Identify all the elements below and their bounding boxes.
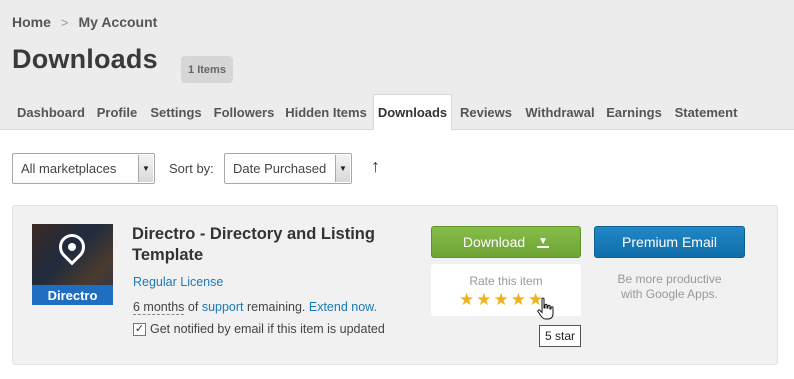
tab-statement[interactable]: Statement bbox=[670, 94, 742, 130]
sort-select[interactable]: Date Purchased ▼ bbox=[224, 153, 352, 184]
thumbnail-label: Directro bbox=[32, 285, 113, 305]
breadcrumb-current[interactable]: My Account bbox=[79, 14, 158, 30]
tab-profile[interactable]: Profile bbox=[92, 94, 142, 130]
premium-note: Be more productive with Google Apps. bbox=[617, 272, 722, 301]
license-link[interactable]: Regular License bbox=[133, 275, 223, 289]
rate-label: Rate this item bbox=[469, 274, 543, 288]
extend-support-link[interactable]: Extend now. bbox=[309, 300, 377, 314]
breadcrumb-home-link[interactable]: Home bbox=[12, 14, 51, 30]
premium-email-button[interactable]: Premium Email bbox=[594, 226, 745, 258]
chevron-down-icon: ▼ bbox=[138, 155, 153, 182]
notify-checkbox[interactable]: ✓ bbox=[133, 322, 146, 336]
item-thumbnail[interactable]: Directro bbox=[32, 224, 113, 305]
hand-cursor-icon bbox=[537, 297, 554, 320]
download-button-label: Download bbox=[462, 234, 526, 250]
tab-downloads[interactable]: Downloads bbox=[373, 94, 452, 130]
support-status: 6 months of support remaining. Extend no… bbox=[133, 300, 377, 315]
account-tabs: Dashboard Profile Settings Followers Hid… bbox=[0, 94, 794, 130]
tab-hidden-items[interactable]: Hidden Items bbox=[282, 94, 370, 130]
tab-settings[interactable]: Settings bbox=[146, 94, 206, 130]
star-icon[interactable]: ★ bbox=[494, 291, 509, 308]
marketplace-select-value: All marketplaces bbox=[21, 161, 117, 176]
star-icon[interactable]: ★ bbox=[459, 291, 474, 308]
tab-reviews[interactable]: Reviews bbox=[456, 94, 516, 130]
marketplace-select[interactable]: All marketplaces ▼ bbox=[12, 153, 155, 184]
rate-item-box: Rate this item ★ ★ ★ ★ ★ bbox=[431, 264, 581, 316]
star-rating[interactable]: ★ ★ ★ ★ ★ bbox=[459, 291, 545, 308]
tab-earnings[interactable]: Earnings bbox=[604, 94, 664, 130]
item-count-badge: 1 Items bbox=[181, 56, 233, 83]
sort-select-value: Date Purchased bbox=[233, 161, 327, 176]
rating-tooltip: 5 star bbox=[539, 325, 581, 347]
breadcrumb-separator: > bbox=[60, 14, 69, 30]
item-title[interactable]: Directro - Directory and Listing Templat… bbox=[132, 224, 402, 266]
page-title: Downloads bbox=[12, 44, 158, 74]
breadcrumb: Home > My Account bbox=[12, 14, 157, 30]
sort-direction-up-icon[interactable]: ↑ bbox=[371, 156, 380, 177]
star-icon[interactable]: ★ bbox=[476, 291, 491, 308]
download-button[interactable]: Download ▼ bbox=[431, 226, 581, 258]
support-months: 6 months bbox=[133, 300, 185, 315]
download-item-card: Directro Directro - Directory and Listin… bbox=[12, 205, 778, 365]
sort-label: Sort by: bbox=[169, 161, 214, 176]
downloads-panel: All marketplaces ▼ Sort by: Date Purchas… bbox=[0, 129, 794, 379]
star-icon[interactable]: ★ bbox=[511, 291, 526, 308]
tab-followers[interactable]: Followers bbox=[210, 94, 278, 130]
notify-label: Get notified by email if this item is up… bbox=[150, 322, 385, 336]
download-caret-icon: ▼ bbox=[537, 235, 550, 248]
support-link[interactable]: support bbox=[202, 300, 244, 314]
notify-option[interactable]: ✓ Get notified by email if this item is … bbox=[133, 322, 385, 336]
tab-withdrawal[interactable]: Withdrawal bbox=[520, 94, 600, 130]
tab-dashboard[interactable]: Dashboard bbox=[12, 94, 90, 130]
chevron-down-icon: ▼ bbox=[335, 155, 350, 182]
